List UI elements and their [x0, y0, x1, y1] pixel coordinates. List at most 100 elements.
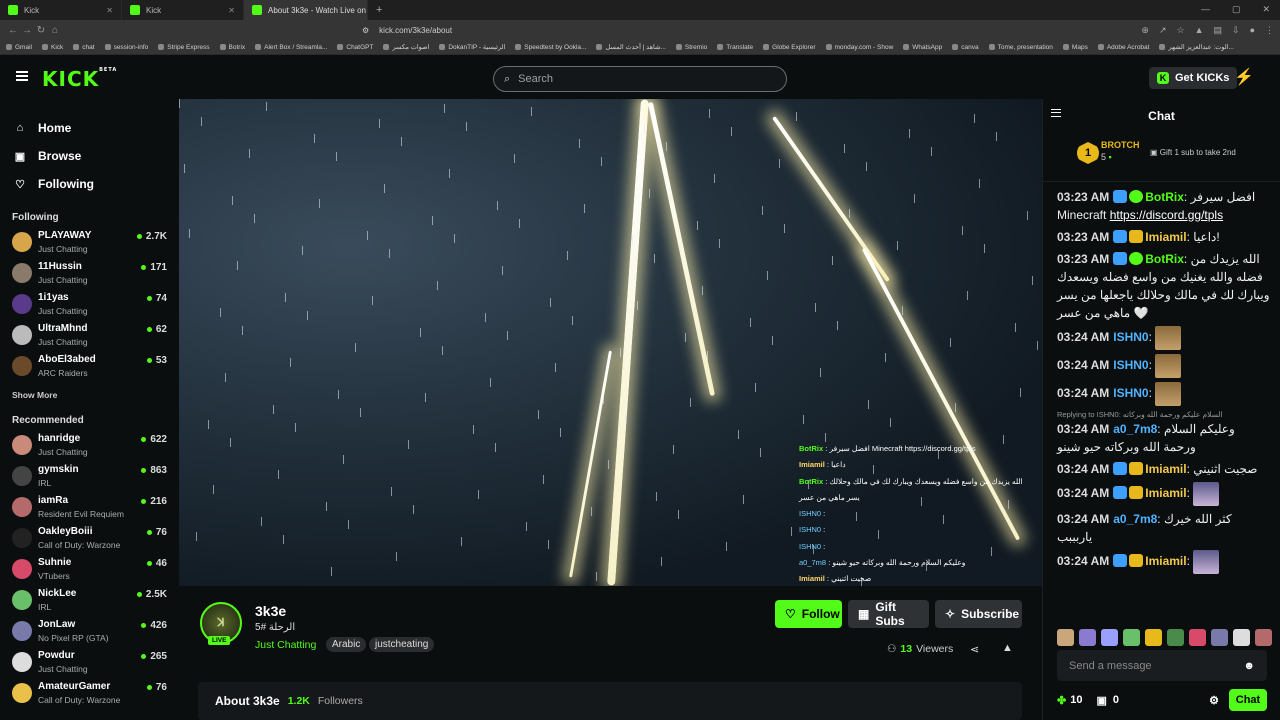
- bookmark-item[interactable]: Kick: [41, 44, 63, 51]
- chat-username[interactable]: Imiamil: [1145, 462, 1186, 476]
- gift-subs-button[interactable]: ▦ Gift Subs: [848, 600, 929, 628]
- bookmark-item[interactable]: DokanTIP - الرئيسية: [439, 43, 505, 51]
- top-gifter-name[interactable]: BROTCH: [1101, 140, 1140, 150]
- send-chat-button[interactable]: Chat: [1229, 689, 1267, 711]
- sidebar-channel[interactable]: iamRa Resident Evil Requiem 216: [0, 493, 178, 524]
- profile-icon[interactable]: ●: [1250, 25, 1255, 36]
- emote-shortcut[interactable]: [1057, 629, 1074, 646]
- bookmark-item[interactable]: Maps: [1062, 44, 1088, 51]
- bookmark-item[interactable]: session-info: [104, 44, 148, 51]
- bookmark-item[interactable]: canva: [952, 44, 979, 51]
- show-more-button[interactable]: Show More: [12, 385, 178, 405]
- close-window-icon[interactable]: ✕: [1262, 4, 1270, 15]
- bookmark-item[interactable]: الوت: عبدالعزيز الشهر...: [1159, 43, 1234, 51]
- chat-input-box[interactable]: ☻: [1057, 650, 1267, 681]
- chat-message[interactable]: 03:23 AM BotRix: افضل سيرفر Minecraft htt…: [1057, 188, 1270, 224]
- chat-message[interactable]: 03:24 AM ISHN0:: [1057, 326, 1270, 350]
- chat-message[interactable]: Replying to ISHN0: السلام عليكم ورحمة ال…: [1057, 410, 1270, 456]
- gift-cta[interactable]: ▣ Gift 1 sub to take 2nd: [1150, 148, 1236, 157]
- browser-tab[interactable]: Kick ✕: [0, 0, 122, 20]
- chat-message[interactable]: 03:24 AM Imiamil:: [1057, 550, 1270, 574]
- menu-icon[interactable]: ⋮: [1265, 25, 1274, 36]
- stream-category[interactable]: Just Chatting: [255, 639, 316, 651]
- tag-justcheating[interactable]: justcheating: [369, 637, 435, 652]
- bookmark-item[interactable]: شاهد | أحدث المسل...: [596, 43, 666, 51]
- bookmark-item[interactable]: Speedtest by Ookla...: [515, 44, 586, 51]
- search-bar[interactable]: ⌕: [493, 66, 787, 92]
- zoom-icon[interactable]: ⊕: [1141, 25, 1149, 36]
- sidebar-channel[interactable]: gymskin IRL 863: [0, 462, 178, 493]
- emote-shortcut[interactable]: [1079, 629, 1096, 646]
- back-icon[interactable]: ←: [6, 25, 20, 36]
- sidebar-channel[interactable]: hanridge Just Chatting 622: [0, 431, 178, 462]
- chat-username[interactable]: Imiamil: [1145, 554, 1186, 568]
- bookmark-item[interactable]: اصوات مكسر: [383, 43, 429, 51]
- sidebar-channel[interactable]: NickLee IRL 2.5K: [0, 586, 178, 617]
- bookmark-item[interactable]: Alert Box / Streamla...: [255, 44, 327, 51]
- chat-message[interactable]: 03:23 AM BotRix: الله يزيدك من فضله والله…: [1057, 250, 1270, 322]
- nav-browse[interactable]: ▣ Browse: [14, 142, 178, 170]
- subscribe-button[interactable]: ✧ Subscribe: [935, 600, 1022, 628]
- chat-username[interactable]: BotRix: [1145, 252, 1184, 266]
- emote-shortcut[interactable]: [1123, 629, 1140, 646]
- bookmark-star-icon[interactable]: ☆: [1177, 25, 1185, 36]
- home-browser-icon[interactable]: ⌂: [48, 25, 62, 36]
- lightning-icon[interactable]: ⚡: [1234, 67, 1254, 87]
- sidebar-channel[interactable]: 1i1yas Just Chatting 74: [0, 290, 178, 321]
- nav-following[interactable]: ♡ Following: [14, 170, 178, 198]
- sidebar-channel[interactable]: Powdur Just Chatting 265: [0, 648, 178, 679]
- maximize-icon[interactable]: ▢: [1232, 4, 1241, 15]
- share-page-icon[interactable]: ↗: [1159, 25, 1167, 36]
- emote-shortcut[interactable]: [1255, 629, 1272, 646]
- emote-shortcut[interactable]: [1101, 629, 1118, 646]
- sidebar-channel[interactable]: PLAYAWAY Just Chatting 2.7K: [0, 228, 178, 259]
- chat-username[interactable]: a0_7m8: [1113, 512, 1157, 526]
- chat-username[interactable]: Imiamil: [1145, 486, 1186, 500]
- follow-button[interactable]: ♡ Follow: [775, 600, 842, 628]
- sidebar-channel[interactable]: 11Hussin Just Chatting 171: [0, 259, 178, 290]
- bookmark-item[interactable]: Adobe Acrobat: [1097, 44, 1149, 51]
- emote-shortcut[interactable]: [1233, 629, 1250, 646]
- site-info-icon[interactable]: ⚙: [362, 26, 369, 35]
- emote-shortcut[interactable]: [1145, 629, 1162, 646]
- chat-username[interactable]: BotRix: [1145, 190, 1184, 204]
- chat-username[interactable]: a0_7m8: [1113, 422, 1157, 436]
- sidebar-channel[interactable]: AmateurGamer Call of Duty: Warzone 76: [0, 679, 178, 710]
- forward-icon[interactable]: →: [20, 25, 34, 36]
- chat-username[interactable]: ISHN0: [1113, 386, 1148, 400]
- sidebar-channel[interactable]: JonLaw No Pixel RP (GTA) 426: [0, 617, 178, 648]
- emote-shortcut[interactable]: [1167, 629, 1184, 646]
- browser-tab[interactable]: Kick ✕: [122, 0, 244, 20]
- channel-name[interactable]: 3k3e: [255, 603, 286, 619]
- gear-icon[interactable]: ⚙: [1209, 694, 1219, 707]
- bookmark-item[interactable]: chat: [73, 44, 95, 51]
- bookmark-item[interactable]: Gmail: [6, 44, 32, 51]
- new-tab-icon[interactable]: +: [368, 4, 390, 16]
- chat-message[interactable]: 03:24 AM a0_7m8: كثر الله خيرك ياربببب: [1057, 510, 1270, 546]
- chat-message[interactable]: 03:24 AM ISHN0:: [1057, 382, 1270, 406]
- close-tab-icon[interactable]: ✕: [106, 6, 113, 15]
- chat-username[interactable]: ISHN0: [1113, 330, 1148, 344]
- channel-points[interactable]: ✤ 10: [1057, 694, 1082, 707]
- chat-message[interactable]: 03:24 AM ISHN0:: [1057, 354, 1270, 378]
- downloads-icon[interactable]: ⇩: [1232, 25, 1240, 36]
- sidebar-channel[interactable]: UltraMhnd Just Chatting 62: [0, 321, 178, 352]
- browser-tab-active[interactable]: About 3k3e - Watch Live on Kick✕: [244, 0, 368, 20]
- bookmark-item[interactable]: ChatGPT: [337, 44, 373, 51]
- reload-icon[interactable]: ↻: [34, 25, 48, 36]
- chat-input[interactable]: [1069, 659, 1244, 672]
- close-tab-icon[interactable]: ✕: [228, 6, 235, 15]
- bookmark-item[interactable]: Globe Explorer: [763, 44, 816, 51]
- bookmark-item[interactable]: Stremio: [675, 44, 707, 51]
- bookmark-item[interactable]: Stripe Express: [158, 44, 210, 51]
- emote-shortcut[interactable]: [1189, 629, 1206, 646]
- chat-username[interactable]: Imiamil: [1145, 230, 1186, 244]
- tag-arabic[interactable]: Arabic: [326, 637, 367, 652]
- menu-toggle-icon[interactable]: [16, 71, 28, 81]
- bookmark-item[interactable]: Botrix: [219, 44, 245, 51]
- minimize-icon[interactable]: —: [1201, 4, 1210, 15]
- sidebar-channel[interactable]: AboEl3abed ARC Raiders 53: [0, 352, 178, 383]
- report-icon[interactable]: ▲: [1002, 642, 1013, 654]
- search-input[interactable]: [518, 73, 759, 85]
- reading-list-icon[interactable]: ▤: [1214, 25, 1223, 36]
